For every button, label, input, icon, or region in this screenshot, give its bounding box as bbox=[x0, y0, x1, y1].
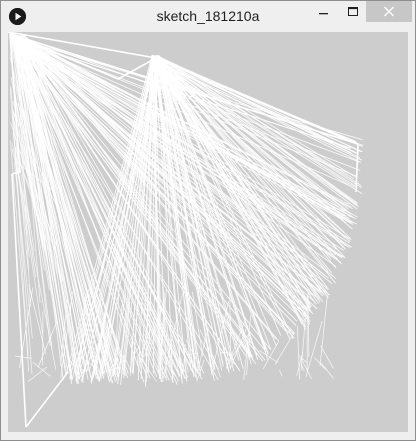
maximize-icon bbox=[348, 7, 358, 16]
spike-line bbox=[136, 355, 139, 366]
minimize-icon bbox=[319, 13, 328, 15]
sketch-canvas[interactable] bbox=[8, 32, 408, 432]
close-button[interactable] bbox=[366, 1, 412, 22]
close-icon bbox=[384, 6, 394, 17]
maximize-button[interactable] bbox=[340, 1, 366, 22]
processing-play-icon[interactable] bbox=[9, 8, 26, 25]
minimize-button[interactable] bbox=[307, 1, 340, 22]
title-bar[interactable]: sketch_181210a bbox=[1, 1, 415, 32]
sketch-window: sketch_181210a bbox=[0, 0, 416, 441]
line-art-drawing bbox=[8, 32, 408, 432]
